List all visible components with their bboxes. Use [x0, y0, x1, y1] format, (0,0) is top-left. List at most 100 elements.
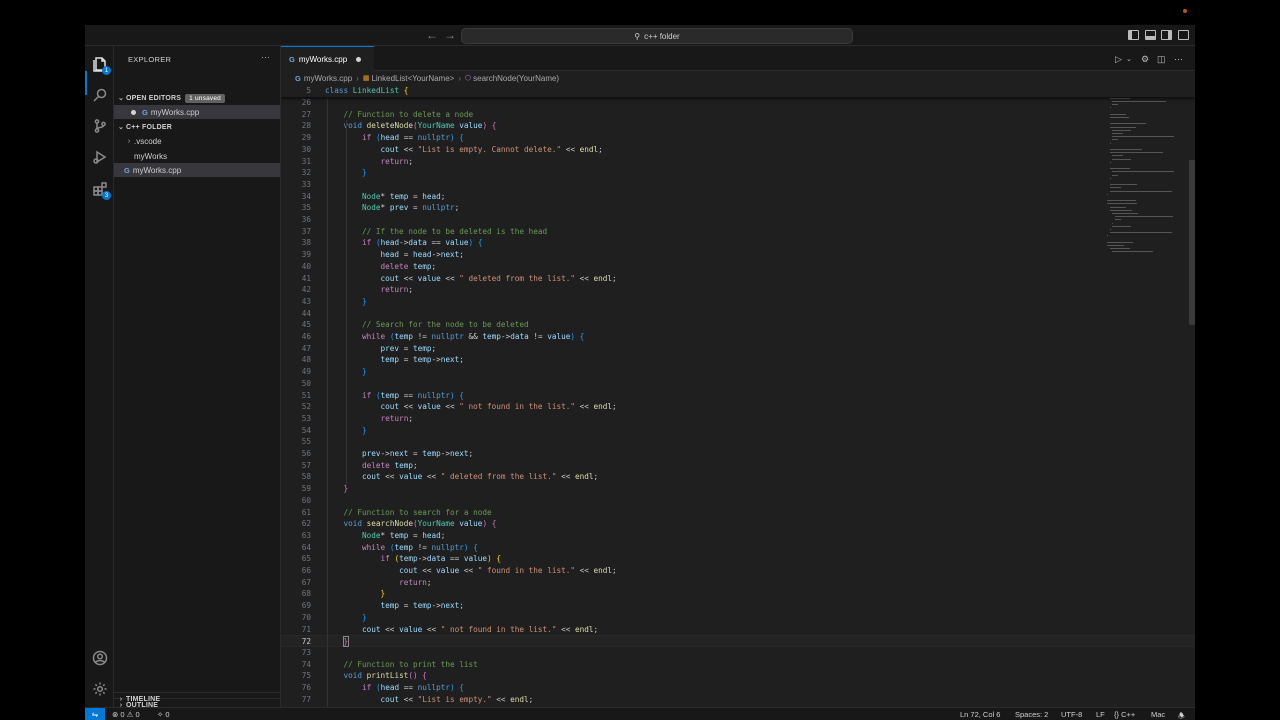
- open-editor-item[interactable]: G myWorks.cpp: [114, 105, 280, 119]
- code-line[interactable]: 26: [281, 97, 1195, 109]
- code-line[interactable]: 32 }: [281, 167, 1195, 179]
- minimap[interactable]: [1105, 85, 1185, 295]
- code-line[interactable]: 60: [281, 495, 1195, 507]
- code-line[interactable]: 35 Node* prev = nullptr;: [281, 202, 1195, 214]
- code-line[interactable]: 77 cout << "List is empty." << endl;: [281, 694, 1195, 706]
- indentation[interactable]: Spaces: 2: [1015, 710, 1048, 719]
- code-line[interactable]: 76 if (head == nullptr) {: [281, 682, 1195, 694]
- code-line[interactable]: 72 }: [281, 635, 1195, 648]
- forward-arrow-icon[interactable]: →: [444, 28, 456, 42]
- code-line[interactable]: 50: [281, 378, 1195, 390]
- code-line[interactable]: 58 cout << value << " deleted from the l…: [281, 471, 1195, 483]
- run-icon[interactable]: ▷: [1115, 54, 1122, 65]
- code-line[interactable]: 57 delete temp;: [281, 460, 1195, 472]
- code-line[interactable]: 48 temp = temp->next;: [281, 354, 1195, 366]
- encoding[interactable]: UTF-8: [1061, 710, 1082, 719]
- toggle-secondary-sidebar-icon[interactable]: [1161, 30, 1172, 40]
- code-line[interactable]: 5 class LinkedList {: [281, 85, 1195, 97]
- code-line[interactable]: 28 void deleteNode(YourName value) {: [281, 120, 1195, 132]
- language-mode[interactable]: {} C++: [1114, 710, 1135, 719]
- code-line[interactable]: 69 temp = temp->next;: [281, 600, 1195, 612]
- code-line[interactable]: 41 cout << value << " deleted from the l…: [281, 273, 1195, 285]
- code-line[interactable]: 71 cout << value << " not found in the l…: [281, 624, 1195, 636]
- code-line[interactable]: 39 head = head->next;: [281, 249, 1195, 261]
- customize-layout-icon[interactable]: [1178, 30, 1189, 40]
- run-debug-icon[interactable]: [91, 148, 109, 166]
- code-line[interactable]: 66 cout << value << " found in the list.…: [281, 565, 1195, 577]
- toggle-primary-sidebar-icon[interactable]: [1128, 30, 1139, 40]
- code-line[interactable]: 62 void searchNode(YourName value) {: [281, 518, 1195, 530]
- breadcrumb-class[interactable]: LinkedList<YourName>: [371, 74, 454, 83]
- cpp-folder-section[interactable]: ⌄ C++ FOLDER: [114, 120, 280, 134]
- code-line[interactable]: 68 }: [281, 588, 1195, 600]
- problems-status[interactable]: ⊗ 0 ⚠ 0: [112, 710, 140, 719]
- code-line[interactable]: 53 return;: [281, 413, 1195, 425]
- code-line[interactable]: 56 prev->next = temp->next;: [281, 448, 1195, 460]
- code-line[interactable]: 47 prev = temp;: [281, 343, 1195, 355]
- open-editors-section[interactable]: ⌄ OPEN EDITORS 1 unsaved: [114, 91, 280, 105]
- toggle-panel-icon[interactable]: [1145, 30, 1156, 40]
- settings-gear-icon[interactable]: [91, 680, 109, 698]
- code-line[interactable]: 67 return;: [281, 577, 1195, 589]
- chevron-down-icon[interactable]: ⌄: [1126, 55, 1132, 63]
- extensions-icon[interactable]: 3: [91, 180, 111, 200]
- more-icon[interactable]: ⋯: [1174, 54, 1183, 65]
- source-control-icon[interactable]: [91, 117, 109, 135]
- bell-icon[interactable]: 🕭: [1178, 710, 1185, 720]
- code-line[interactable]: 36: [281, 214, 1195, 226]
- code-line[interactable]: 43 }: [281, 296, 1195, 308]
- code-line[interactable]: 74 // Function to print the list: [281, 659, 1195, 671]
- code-line[interactable]: 73: [281, 647, 1195, 659]
- code-line[interactable]: 42 return;: [281, 284, 1195, 296]
- code-line[interactable]: 31 return;: [281, 156, 1195, 168]
- more-actions-icon[interactable]: ⋯: [261, 52, 270, 63]
- code-line[interactable]: 33: [281, 179, 1195, 191]
- code-line[interactable]: 64 while (temp != nullptr) {: [281, 542, 1195, 554]
- tree-item-myworks-cpp[interactable]: G myWorks.cpp: [114, 163, 280, 177]
- code-line[interactable]: 54 }: [281, 425, 1195, 437]
- code-line[interactable]: 37 // If the node to be deleted is the h…: [281, 226, 1195, 238]
- cursor-position[interactable]: Ln 72, Col 6: [960, 710, 1000, 719]
- code-line[interactable]: 49 }: [281, 366, 1195, 378]
- search-icon[interactable]: [91, 86, 109, 104]
- code-line[interactable]: 44: [281, 308, 1195, 320]
- breadcrumb-file[interactable]: myWorks.cpp: [304, 74, 352, 83]
- code-line[interactable]: 65 if (temp->data == value) {: [281, 553, 1195, 565]
- back-arrow-icon[interactable]: ←: [426, 28, 438, 42]
- minimap-line: [1109, 107, 1111, 109]
- code-editor[interactable]: 5 class LinkedList {26 27 // Function to d…: [281, 85, 1195, 707]
- code-line[interactable]: 63 Node* temp = head;: [281, 530, 1195, 542]
- tree-item-vscode[interactable]: › .vscode: [114, 134, 280, 148]
- unsaved-dot-icon[interactable]: [356, 56, 362, 62]
- breadcrumb-method[interactable]: searchNode(YourName): [473, 74, 559, 83]
- code-line[interactable]: 70 }: [281, 612, 1195, 624]
- code-line[interactable]: 46 while (temp != nullptr && temp->data …: [281, 331, 1195, 343]
- code-line[interactable]: 27 // Function to delete a node: [281, 109, 1195, 121]
- code-line[interactable]: 40 delete temp;: [281, 261, 1195, 273]
- split-editor-icon[interactable]: ◫: [1157, 54, 1166, 65]
- ports-status[interactable]: ✧ 0: [157, 710, 170, 719]
- code-line[interactable]: 34 Node* temp = head;: [281, 191, 1195, 203]
- code-line[interactable]: 45 // Search for the node to be deleted: [281, 319, 1195, 331]
- code-line[interactable]: 59 }: [281, 483, 1195, 495]
- line-number: 37: [301, 226, 311, 236]
- platform[interactable]: Mac: [1151, 710, 1165, 719]
- code-line[interactable]: 55: [281, 436, 1195, 448]
- tab-myworks-cpp[interactable]: G myWorks.cpp: [281, 46, 374, 71]
- settings-gear-icon[interactable]: ⚙: [1141, 54, 1149, 65]
- code-line[interactable]: 61 // Function to search for a node: [281, 507, 1195, 519]
- code-line[interactable]: 51 if (temp == nullptr) {: [281, 390, 1195, 402]
- code-line[interactable]: 29 if (head == nullptr) {: [281, 132, 1195, 144]
- explorer-icon[interactable]: 1: [91, 55, 111, 75]
- account-icon[interactable]: [91, 649, 109, 667]
- editor-scrollbar[interactable]: [1189, 160, 1195, 325]
- remote-icon[interactable]: ⇋: [85, 708, 105, 720]
- timeline-section[interactable]: › TIMELINE: [114, 692, 280, 706]
- command-center[interactable]: ⚲ c++ folder: [461, 28, 853, 44]
- tree-item-myworks[interactable]: myWorks: [114, 149, 280, 163]
- end-of-line[interactable]: LF: [1096, 710, 1105, 719]
- code-line[interactable]: 38 if (head->data == value) {: [281, 237, 1195, 249]
- code-line[interactable]: 52 cout << value << " not found in the l…: [281, 401, 1195, 413]
- code-line[interactable]: 30 cout << "List is empty. Cannot delete…: [281, 144, 1195, 156]
- code-line[interactable]: 75 void printList() {: [281, 670, 1195, 682]
